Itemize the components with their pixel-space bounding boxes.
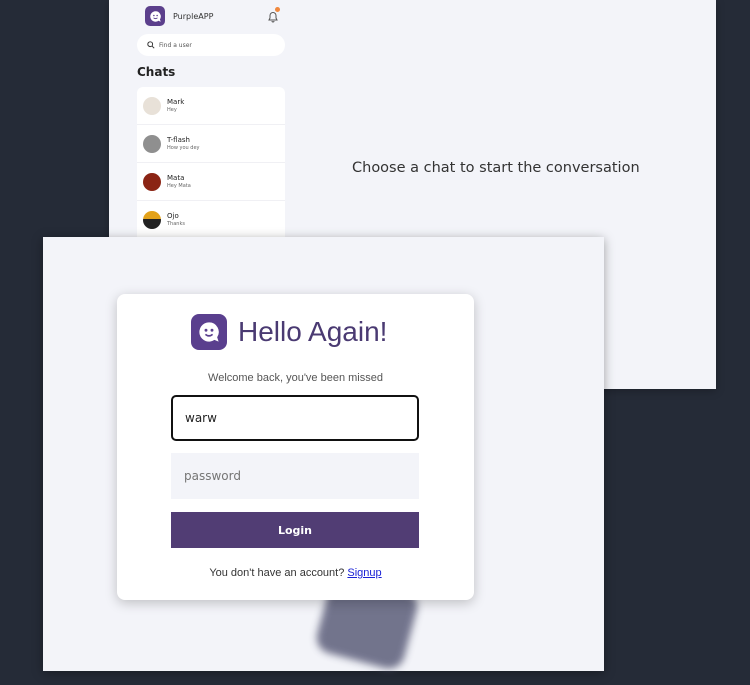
login-header: Hello Again! bbox=[191, 314, 387, 350]
chat-item-mark[interactable]: Mark Hey bbox=[137, 87, 285, 125]
app-name: PurpleAPP bbox=[173, 11, 214, 21]
app-logo-icon bbox=[191, 314, 227, 350]
chat-header: PurpleAPP bbox=[145, 6, 213, 26]
chat-list: Mark Hey T-flash How you dey Mata Hey Ma… bbox=[137, 87, 285, 242]
chat-last-message: Thanks bbox=[167, 220, 185, 227]
chat-item-ojo[interactable]: Ojo Thanks bbox=[137, 201, 285, 239]
password-input[interactable] bbox=[171, 453, 419, 499]
empty-chat-message: Choose a chat to start the conversation bbox=[352, 160, 640, 176]
chat-name: T-flash bbox=[167, 135, 190, 144]
login-card: Hello Again! Welcome back, you've been m… bbox=[117, 294, 474, 600]
username-input[interactable] bbox=[171, 395, 419, 441]
chat-item-t-flash[interactable]: T-flash How you dey bbox=[137, 125, 285, 163]
signup-row: You don't have an account? Signup bbox=[117, 567, 474, 579]
chat-last-message: Hey bbox=[167, 106, 177, 113]
chat-name: Ojo bbox=[167, 211, 179, 220]
avatar bbox=[143, 172, 161, 191]
app-logo-icon bbox=[145, 6, 165, 26]
chat-last-message: How you dey bbox=[167, 144, 200, 151]
signup-link[interactable]: Signup bbox=[347, 567, 381, 579]
chat-item-mata[interactable]: Mata Hey Mata bbox=[137, 163, 285, 201]
chat-name: Mark bbox=[167, 97, 185, 106]
avatar bbox=[143, 134, 161, 153]
notification-bell-icon[interactable] bbox=[267, 7, 280, 23]
signup-prompt: You don't have an account? bbox=[209, 567, 345, 579]
chat-name: Mata bbox=[167, 173, 185, 182]
login-title: Hello Again! bbox=[238, 316, 388, 347]
search-icon bbox=[147, 41, 155, 49]
login-subtitle: Welcome back, you've been missed bbox=[208, 372, 383, 384]
search-input[interactable]: Find a user bbox=[137, 34, 285, 56]
avatar bbox=[143, 210, 161, 229]
chat-last-message: Hey Mata bbox=[167, 182, 191, 189]
login-button[interactable]: Login bbox=[171, 512, 419, 548]
notification-dot bbox=[275, 7, 280, 12]
search-placeholder: Find a user bbox=[159, 41, 192, 49]
avatar bbox=[143, 96, 161, 115]
chats-heading: Chats bbox=[137, 65, 176, 79]
